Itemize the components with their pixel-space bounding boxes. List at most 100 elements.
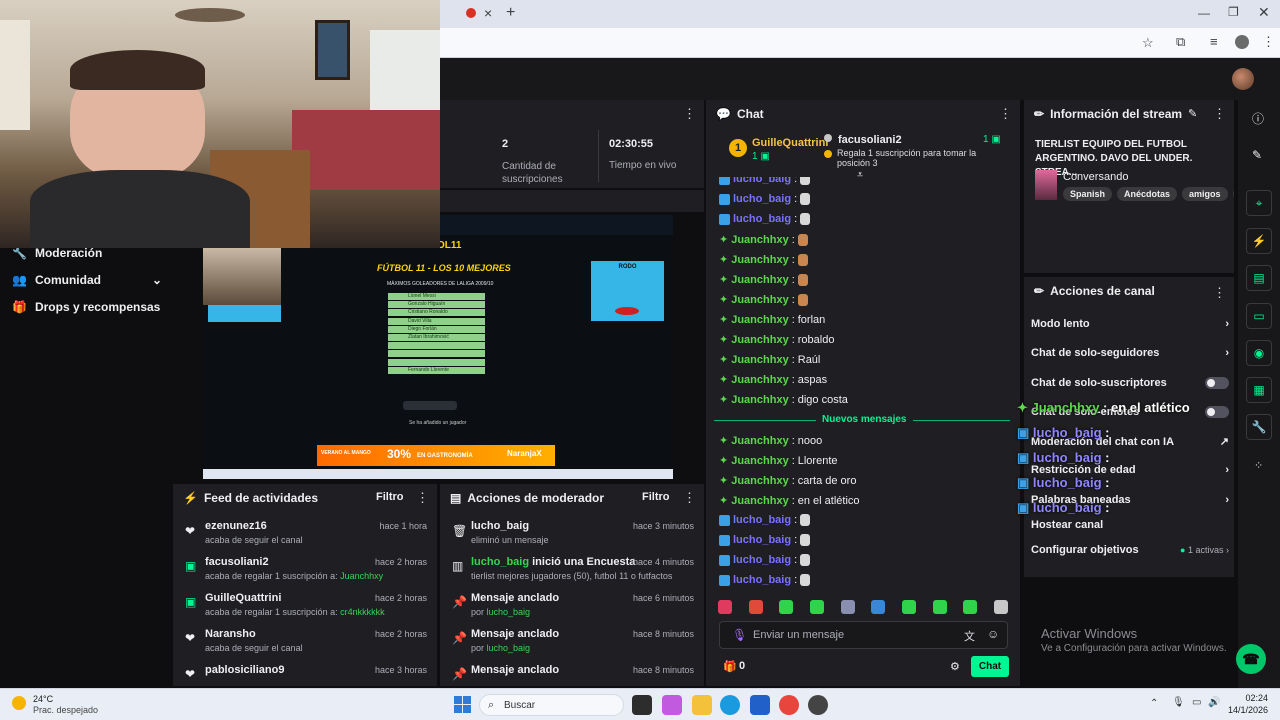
new-tab-button[interactable]: + [506, 4, 515, 22]
search-input[interactable]: Buscar [504, 700, 535, 711]
chat-username[interactable]: Juanchhxy [731, 475, 788, 487]
chat-username[interactable]: lucho_baig [733, 514, 791, 526]
kebab-menu-icon[interactable]: ⋮ [683, 491, 696, 505]
clock-time[interactable]: 02:24 [1230, 693, 1268, 703]
obs-icon[interactable] [808, 695, 828, 715]
monitor-icon[interactable]: ▭ [1192, 697, 1201, 708]
kebab-menu-icon[interactable]: ⋮ [416, 491, 429, 505]
emote-icon[interactable] [718, 600, 732, 614]
subscribers-only-toggle[interactable] [1205, 377, 1229, 389]
chat-username[interactable]: Juanchhxy [731, 234, 788, 246]
tag[interactable]: ar [1232, 187, 1234, 201]
microphone-icon[interactable]: 🎙 [1172, 697, 1185, 708]
mod-user[interactable]: lucho_baig [487, 643, 531, 653]
wrench-icon[interactable]: 🔧 [1246, 414, 1272, 440]
category-thumbnail[interactable] [1035, 170, 1057, 200]
media-controls-icon[interactable]: ≡ [1210, 34, 1218, 49]
window-close-icon[interactable]: ✕ [1258, 4, 1270, 21]
emote-icon[interactable] [963, 600, 978, 614]
chat-username[interactable]: lucho_baig [733, 213, 791, 225]
chat-username[interactable]: Juanchhxy [731, 354, 788, 366]
mod-action-title[interactable]: Mensaje anclado [471, 592, 559, 604]
tag[interactable]: Spanish [1063, 187, 1113, 201]
mod-action-title[interactable]: lucho_baig [471, 520, 529, 532]
feed-user[interactable]: facusoliani2 [205, 556, 269, 568]
minimize-icon[interactable]: — [1198, 6, 1210, 20]
clock-date[interactable]: 14/1/2026 [1222, 705, 1268, 715]
extensions-icon[interactable]: ⧉ [1176, 34, 1185, 50]
tag[interactable]: amigos [1182, 187, 1228, 201]
volume-icon[interactable]: 🔊 [1208, 697, 1220, 708]
kebab-menu-icon[interactable]: ⋮ [999, 107, 1012, 121]
chat-username[interactable]: Juanchhxy [731, 394, 788, 406]
feed-user[interactable]: pablosiciliano9 [205, 664, 284, 676]
gear-icon[interactable]: ⚙ [950, 660, 960, 673]
microphone-icon[interactable]: 🎙 [732, 628, 747, 642]
emote-icon[interactable] [993, 600, 1008, 614]
user-avatar[interactable] [1232, 68, 1254, 90]
sidebar-item-community[interactable]: 👥 Comunidad ⌄ [12, 273, 162, 287]
player-search-input[interactable] [403, 401, 457, 410]
profile-avatar[interactable] [1235, 35, 1249, 49]
send-chat-button[interactable]: Chat [971, 656, 1009, 677]
chat-username[interactable]: Juanchhxy [731, 314, 788, 326]
goals-row[interactable]: Configurar objetivos ● 1 activas › [1031, 544, 1229, 556]
pencil-icon[interactable]: ✎ [1252, 148, 1262, 162]
store-icon[interactable] [750, 695, 770, 715]
kebab-menu-icon[interactable]: ⋮ [1213, 286, 1226, 300]
mod-user[interactable]: lucho_baig [487, 607, 531, 617]
kebab-menu-icon[interactable]: ⋮ [1213, 107, 1226, 121]
points-icon[interactable]: 🎁 [723, 660, 737, 673]
mod-action-title[interactable]: Mensaje anclado [471, 664, 559, 676]
chat-username[interactable]: Juanchhxy [731, 435, 788, 447]
chat-username[interactable]: lucho_baig [733, 554, 791, 566]
sidebar-item-moderation[interactable]: 🔧 Moderación [12, 246, 102, 260]
feed-recipient[interactable]: Juanchhxy [340, 571, 383, 581]
gifter-name[interactable]: facusoliani2 [838, 134, 902, 146]
emote-icon[interactable] [809, 600, 824, 614]
chat-username[interactable]: lucho_baig [733, 534, 791, 546]
chat-bubble-icon[interactable]: ▭ [1246, 303, 1272, 329]
tray-chevron-icon[interactable]: ⌃ [1150, 698, 1158, 709]
file-explorer-icon[interactable] [692, 695, 712, 715]
document-icon[interactable]: ▤ [1246, 265, 1272, 291]
chat-username[interactable]: Juanchhxy [731, 374, 788, 386]
chat-input[interactable]: Enviar un mensaje [753, 629, 844, 641]
filter-button[interactable]: Filtro [376, 491, 404, 503]
slow-mode-row[interactable]: Modo lento › [1031, 318, 1229, 330]
windows-start-icon[interactable] [454, 696, 471, 713]
kebab-menu-icon[interactable]: ⋮ [683, 107, 696, 121]
chat-username[interactable]: Juanchhxy [731, 294, 788, 306]
task-view-icon[interactable] [632, 695, 652, 715]
chat-username[interactable]: Juanchhxy [731, 495, 788, 507]
emotes-only-toggle[interactable] [1205, 406, 1229, 418]
leader-name[interactable]: GuilleQuattrini [752, 137, 828, 149]
weather-temp[interactable]: 24°C [33, 694, 53, 704]
feed-user[interactable]: ezenunez16 [205, 520, 267, 532]
emote-icon[interactable] [840, 600, 855, 614]
chrome-icon[interactable] [779, 695, 799, 715]
info-icon[interactable]: ⓘ [1252, 110, 1264, 127]
taskbar-search[interactable]: ⌕ Buscar [479, 694, 624, 716]
chat-username[interactable]: lucho_baig [733, 574, 791, 586]
broadcast-icon[interactable]: ◉ [1246, 340, 1272, 366]
bolt-icon[interactable]: ⚡ [1246, 228, 1272, 254]
chat-username[interactable]: Juanchhxy [731, 334, 788, 346]
restore-icon[interactable]: ❐ [1228, 5, 1239, 19]
translate-icon[interactable]: 文 [964, 628, 975, 644]
feed-user[interactable]: GuilleQuattrini [205, 592, 281, 604]
filter-button[interactable]: Filtro [642, 491, 670, 503]
chat-username[interactable]: Juanchhxy [731, 274, 788, 286]
edge-icon[interactable] [720, 695, 740, 715]
layout-icon[interactable]: ▦ [1246, 377, 1272, 403]
emote-icon[interactable] [901, 600, 916, 614]
address-bar[interactable] [436, 31, 1166, 53]
chat-username[interactable]: Juanchhxy [731, 455, 788, 467]
support-chat-button[interactable]: ☎ [1236, 644, 1266, 674]
feed-recipient[interactable]: cr4nkkkkkk [340, 607, 385, 617]
mod-action-title[interactable]: Mensaje anclado [471, 628, 559, 640]
category-name[interactable]: Conversando [1063, 171, 1128, 183]
emote-icon[interactable] [779, 600, 794, 614]
edit-icon[interactable]: ✎ [1188, 107, 1197, 120]
emote-icon[interactable] [932, 600, 947, 614]
